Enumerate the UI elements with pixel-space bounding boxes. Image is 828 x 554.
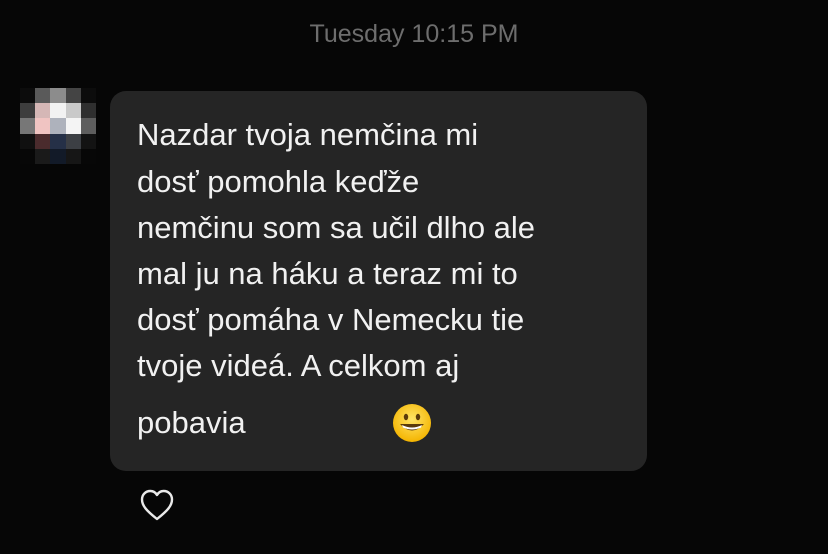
grinning-face-emoji — [393, 404, 431, 442]
message-line: pobavia — [137, 405, 246, 440]
message-line: mal ju na háku a teraz mi to — [137, 256, 518, 291]
message-line: tvoje videá. A celkom aj — [137, 348, 460, 383]
sender-avatar[interactable] — [20, 88, 96, 164]
message-bubble[interactable]: Nazdar tvoja nemčina mi dosť pomohla keď… — [110, 91, 647, 471]
message-line: dosť pomáha v Nemecku tie — [137, 302, 525, 337]
message-line: Nazdar tvoja nemčina mi — [137, 117, 479, 152]
message-line: nemčinu som sa učil dlho ale — [137, 210, 536, 245]
heart-icon[interactable] — [139, 488, 175, 522]
message-line: dosť pomohla keďže — [137, 164, 420, 199]
message-timestamp: Tuesday 10:15 PM — [309, 20, 519, 48]
